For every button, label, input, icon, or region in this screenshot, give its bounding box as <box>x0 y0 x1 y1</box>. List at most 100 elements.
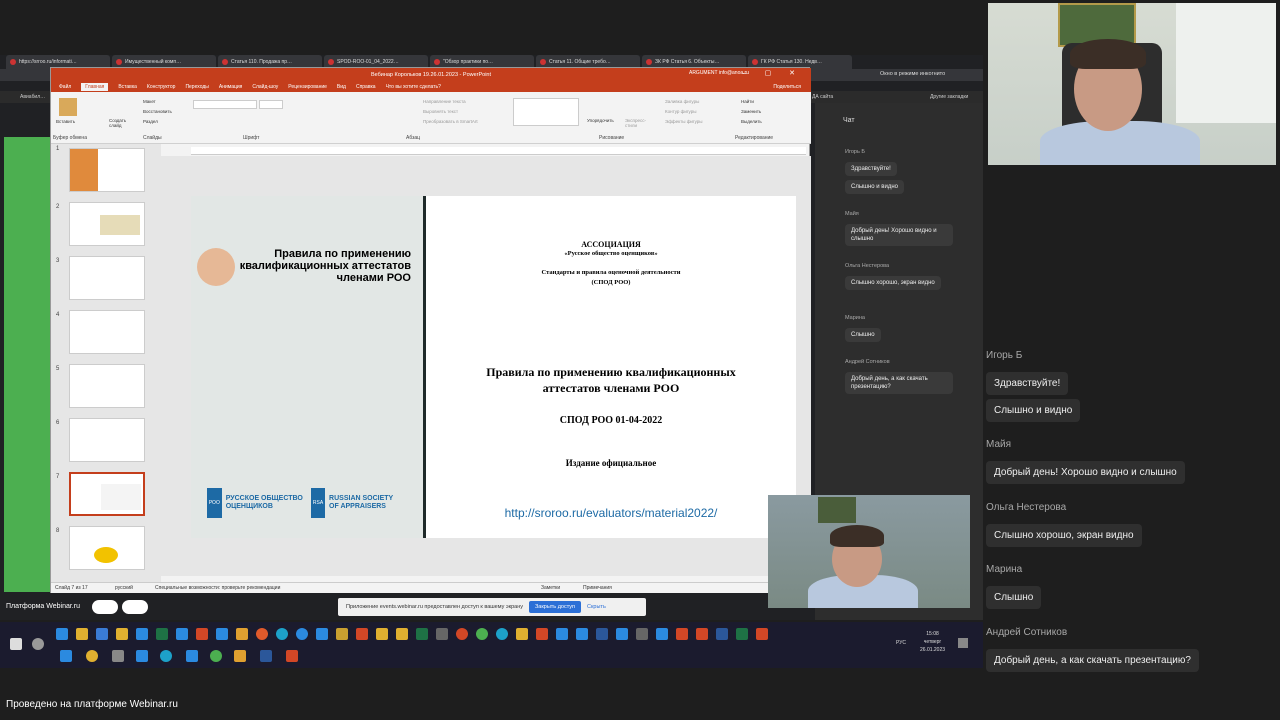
slide-thumbnail[interactable] <box>69 364 145 408</box>
replace-button[interactable]: Заменить <box>741 109 761 114</box>
app-icon[interactable] <box>316 628 328 640</box>
pdf-icon[interactable] <box>696 628 708 640</box>
tab-insert[interactable]: Вставка <box>118 84 137 90</box>
slide-thumbnail[interactable] <box>69 148 145 192</box>
app-icon[interactable] <box>116 628 128 640</box>
app-icon[interactable] <box>196 628 208 640</box>
align-text-button[interactable]: Выровнять текст <box>423 109 458 114</box>
font-size-select[interactable] <box>259 100 283 109</box>
arrange-button[interactable]: Упорядочить <box>587 118 614 123</box>
layout-button[interactable]: Макет <box>143 99 156 104</box>
stop-sharing-button[interactable]: Закрыть доступ <box>528 601 582 613</box>
current-slide[interactable]: Правила по применению квалификационных а… <box>191 196 796 538</box>
window-controls[interactable]: – ▢ ✕ <box>743 69 803 77</box>
smartart-button[interactable]: Преобразовать в SmartArt <box>423 119 478 124</box>
word-icon[interactable] <box>596 628 608 640</box>
shape-outline-button[interactable]: Контур фигуры <box>665 109 696 114</box>
app-icon[interactable] <box>616 628 628 640</box>
app-icon[interactable] <box>216 628 228 640</box>
tab-slideshow[interactable]: Слайд-шоу <box>252 84 278 90</box>
app-icon[interactable] <box>56 628 68 640</box>
app-icon[interactable] <box>234 650 246 662</box>
slide-thumbnail[interactable] <box>69 526 145 570</box>
tab-animations[interactable]: Анимация <box>219 84 242 90</box>
mic-toggle[interactable] <box>92 600 118 614</box>
quick-styles-button[interactable]: Экспресс-стили <box>625 118 655 128</box>
tab-transitions[interactable]: Переходы <box>185 84 208 90</box>
tab-design[interactable]: Конструктор <box>147 84 176 90</box>
edge-icon[interactable] <box>496 628 508 640</box>
comments-button[interactable]: Примечания <box>583 585 612 591</box>
bookmark-item[interactable]: Другие закладки <box>930 94 968 100</box>
slide-link[interactable]: http://sroroo.ru/evaluators/material2022… <box>426 506 796 520</box>
slide-thumbnail-selected[interactable] <box>69 472 145 516</box>
app-icon[interactable] <box>112 650 124 662</box>
hide-link[interactable]: Скрыть <box>587 604 606 610</box>
reset-button[interactable]: Восстановить <box>143 109 172 114</box>
edge-icon[interactable] <box>276 628 288 640</box>
app-icon[interactable] <box>756 628 768 640</box>
word-icon[interactable] <box>716 628 728 640</box>
tab-home[interactable]: Главная <box>81 82 109 91</box>
app-icon[interactable] <box>236 628 248 640</box>
shapes-gallery[interactable] <box>513 98 579 126</box>
chrome-icon[interactable] <box>476 628 488 640</box>
app-icon[interactable] <box>96 628 108 640</box>
word-icon[interactable] <box>260 650 272 662</box>
slide-thumbnail[interactable] <box>69 202 145 246</box>
edge-icon[interactable] <box>160 650 172 662</box>
tell-me-search[interactable]: Что вы хотите сделать? <box>386 84 441 90</box>
notes-button[interactable]: Заметки <box>541 585 560 591</box>
app-icon[interactable] <box>436 628 448 640</box>
zoom-icon[interactable] <box>656 628 668 640</box>
tab-help[interactable]: Справка <box>356 84 376 90</box>
firefox-icon[interactable] <box>256 628 268 640</box>
font-family-select[interactable] <box>193 100 257 109</box>
app-icon[interactable] <box>176 628 188 640</box>
tab-view[interactable]: Вид <box>337 84 346 90</box>
shape-fill-button[interactable]: Заливка фигуры <box>665 99 699 104</box>
app-icon[interactable] <box>576 628 588 640</box>
shape-effects-button[interactable]: Эффекты фигуры <box>665 119 703 124</box>
slide-thumbnail[interactable] <box>69 256 145 300</box>
app-icon[interactable] <box>456 628 468 640</box>
tab-review[interactable]: Рецензирование <box>288 84 327 90</box>
select-button[interactable]: Выделить <box>741 119 762 124</box>
excel-icon[interactable] <box>416 628 428 640</box>
share-button[interactable]: Поделиться <box>773 84 801 90</box>
chrome-icon[interactable] <box>210 650 222 662</box>
powerpoint-icon[interactable] <box>286 650 298 662</box>
app-icon[interactable] <box>516 628 528 640</box>
app-icon[interactable] <box>76 628 88 640</box>
tab-file[interactable]: Файл <box>59 84 71 90</box>
excel-icon[interactable] <box>736 628 748 640</box>
app-icon[interactable] <box>636 628 648 640</box>
pdf-icon[interactable] <box>676 628 688 640</box>
outlook-icon[interactable] <box>556 628 568 640</box>
app-icon[interactable] <box>336 628 348 640</box>
skype-icon[interactable] <box>296 628 308 640</box>
paste-button[interactable]: Вставить <box>56 119 75 124</box>
accessibility-status[interactable]: Специальные возможности: проверьте реком… <box>155 585 280 591</box>
language-indicator[interactable]: РУС <box>896 640 906 646</box>
new-slide-button[interactable]: Создать слайд <box>109 118 133 128</box>
app-icon[interactable] <box>136 628 148 640</box>
app-icon[interactable] <box>376 628 388 640</box>
slide-thumbnail[interactable] <box>69 310 145 354</box>
slide-thumbnail[interactable] <box>69 418 145 462</box>
section-button[interactable]: Раздел <box>143 119 158 124</box>
app-icon[interactable] <box>156 628 168 640</box>
find-button[interactable]: Найти <box>741 99 754 104</box>
app-icon[interactable] <box>136 650 148 662</box>
text-direction-button[interactable]: Направление текста <box>423 99 466 104</box>
notification-icon[interactable] <box>958 638 968 648</box>
search-icon[interactable] <box>32 638 44 650</box>
system-clock[interactable]: 15:08 четверг 26.01.2023 <box>920 630 945 654</box>
app-icon[interactable] <box>86 650 98 662</box>
app-icon[interactable] <box>396 628 408 640</box>
app-icon[interactable] <box>536 628 548 640</box>
app-icon[interactable] <box>60 650 72 662</box>
app-icon[interactable] <box>186 650 198 662</box>
app-icon[interactable] <box>356 628 368 640</box>
paste-icon[interactable] <box>59 98 77 116</box>
